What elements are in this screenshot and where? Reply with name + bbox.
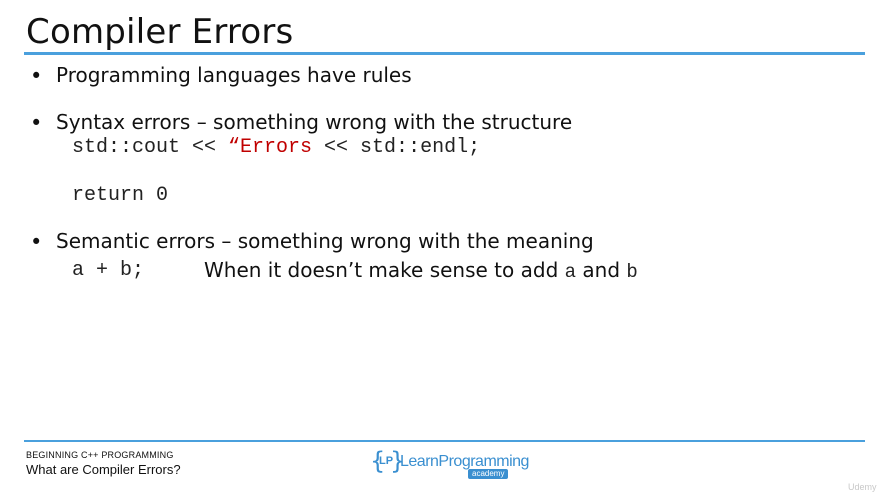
bullet-marker: •	[30, 111, 43, 135]
code-expression: a + b;	[72, 259, 145, 282]
bullet-marker: •	[30, 64, 43, 88]
bullet-text-semantic: Semantic errors – something wrong with t…	[56, 229, 594, 253]
slide-title: Compiler Errors	[26, 12, 294, 52]
course-name: BEGINNING C++ PROGRAMMING	[26, 450, 174, 460]
lesson-title: What are Compiler Errors?	[26, 462, 181, 477]
code-line-cout: std::cout << “Errors << std::endl;	[72, 136, 480, 159]
udemy-watermark: Udemy	[848, 482, 877, 492]
code-cout-end: << std::endl;	[312, 136, 481, 159]
code-var-b: b	[626, 261, 638, 283]
logo-name: LearnProgramming	[400, 453, 529, 470]
learnprogramming-logo: { LP } LearnProgramming academy	[370, 447, 529, 479]
code-error-token: “Errors	[228, 136, 313, 159]
logo-badge: academy	[468, 469, 509, 479]
bullet-text-syntax: Syntax errors – something wrong with the…	[56, 110, 573, 134]
title-divider	[24, 52, 865, 55]
slide: Compiler Errors • Programming languages …	[0, 0, 884, 499]
code-var-a: a	[564, 261, 577, 283]
explain-text: When it doesn’t make sense to add	[204, 258, 565, 282]
code-cout-start: std::cout <<	[72, 136, 229, 159]
explain-and: and	[576, 258, 627, 282]
footer-divider	[24, 440, 865, 442]
bullet-text-rules: Programming languages have rules	[56, 63, 412, 87]
bullet-marker: •	[30, 230, 43, 254]
semantic-explanation: When it doesn’t make sense to add a and …	[204, 258, 638, 283]
code-line-return: return 0	[72, 184, 169, 207]
